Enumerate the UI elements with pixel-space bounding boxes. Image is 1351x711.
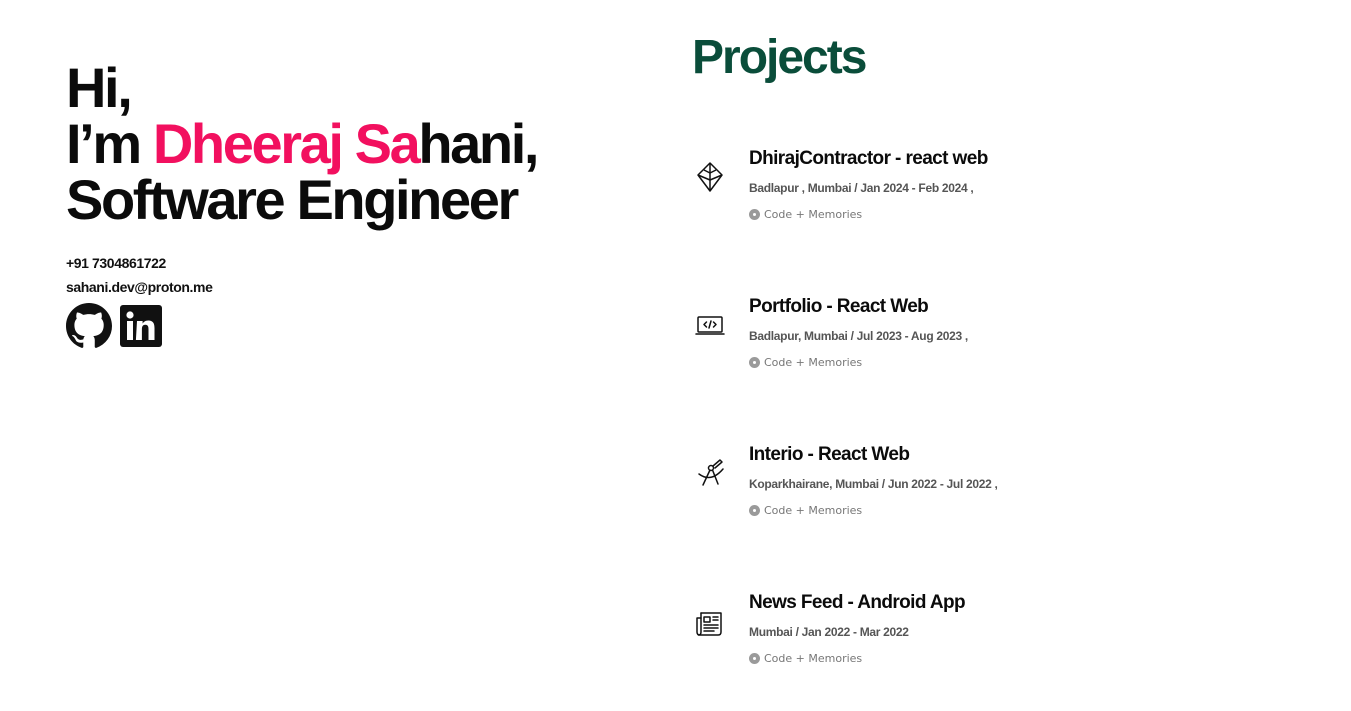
hero-name-suffix: hani, <box>418 112 539 175</box>
newspaper-icon <box>694 607 726 639</box>
social-links <box>66 303 626 349</box>
project-code-link[interactable]: Code + Memories <box>749 208 862 221</box>
project-card: News Feed - Android App Mumbai / Jan 202… <box>692 591 1332 711</box>
project-title[interactable]: DhirajContractor - react web <box>749 147 988 171</box>
project-title[interactable]: Interio - React Web <box>749 443 910 467</box>
laptop-code-icon <box>694 309 726 341</box>
compass-drawing-icon <box>694 457 726 489</box>
intro-panel: Hi, I’m Dheeraj Sahani, Software Enginee… <box>66 60 626 349</box>
project-code-link[interactable]: Code + Memories <box>749 652 862 665</box>
project-code-link[interactable]: Code + Memories <box>749 504 862 517</box>
project-meta: Mumbai / Jan 2022 - Mar 2022 <box>749 625 909 639</box>
github-icon <box>66 303 112 348</box>
project-card: DhirajContractor - react web Badlapur , … <box>692 147 1332 267</box>
project-title[interactable]: Portfolio - React Web <box>749 295 929 319</box>
hero-name-prefix: I’m <box>66 112 153 175</box>
link-bullet-icon <box>749 653 760 664</box>
hero-role: Software Engineer <box>66 168 519 231</box>
ethereum-icon <box>694 161 726 193</box>
project-title[interactable]: News Feed - Android App <box>749 591 966 615</box>
project-code-link-label: Code + Memories <box>764 652 863 665</box>
projects-heading: Projects <box>692 31 867 84</box>
linkedin-link[interactable] <box>120 305 162 347</box>
project-meta: Koparkhairane, Mumbai / Jun 2022 - Jul 2… <box>749 477 998 491</box>
project-code-link-label: Code + Memories <box>764 356 863 369</box>
link-bullet-icon <box>749 505 760 516</box>
hero-name-line: I’m Dheeraj Sahani, <box>66 116 626 172</box>
link-bullet-icon <box>749 209 760 220</box>
project-code-link-label: Code + Memories <box>764 504 863 517</box>
hero-heading: Hi, I’m Dheeraj Sahani, Software Enginee… <box>66 60 626 228</box>
hero-name-highlight: Dheeraj Sa <box>152 112 421 175</box>
hero-greeting: Hi, <box>66 56 133 119</box>
project-meta: Badlapur, Mumbai / Jul 2023 - Aug 2023 , <box>749 329 968 343</box>
project-card: Portfolio - React Web Badlapur, Mumbai /… <box>692 295 1332 415</box>
github-link[interactable] <box>66 303 112 349</box>
email-address[interactable]: sahani.dev@proton.me <box>66 275 626 299</box>
project-code-link-label: Code + Memories <box>764 208 863 221</box>
contact-info: +91 7304861722 sahani.dev@proton.me <box>66 251 626 299</box>
linkedin-icon <box>120 305 162 347</box>
project-code-link[interactable]: Code + Memories <box>749 356 862 369</box>
phone-number[interactable]: +91 7304861722 <box>66 251 626 275</box>
project-meta: Badlapur , Mumbai / Jan 2024 - Feb 2024 … <box>749 181 974 195</box>
link-bullet-icon <box>749 357 760 368</box>
project-card: Interio - React Web Koparkhairane, Mumba… <box>692 443 1332 563</box>
